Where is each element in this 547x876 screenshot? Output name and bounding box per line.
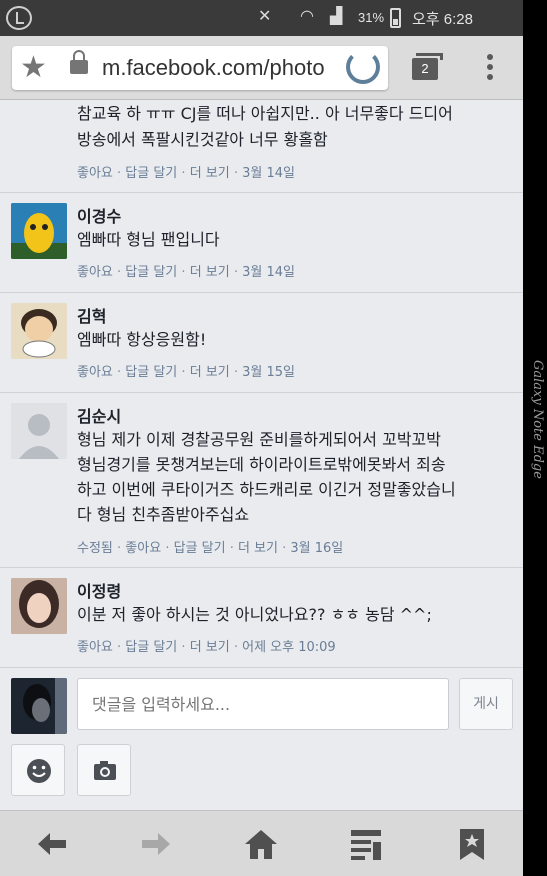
signal-icon: ▟ — [330, 6, 343, 25]
lock-icon — [70, 50, 88, 74]
comment-text-line: 참교육 하 ㅠㅠ CJ를 떠나 아쉽지만.. 아 너무좋다 드디어 — [77, 104, 453, 123]
like-link[interactable]: 좋아요 — [125, 541, 161, 556]
avatar[interactable] — [11, 303, 67, 359]
reply-link[interactable]: 답글 달기 — [125, 166, 177, 181]
battery-icon — [390, 8, 401, 28]
smiley-icon — [27, 759, 51, 783]
back-arrow-icon[interactable] — [34, 827, 70, 861]
more-link[interactable]: 더 보기 — [238, 541, 278, 556]
more-link[interactable]: 더 보기 — [190, 265, 230, 280]
more-link[interactable]: 더 보기 — [190, 640, 230, 655]
comment-text-line: 방송에서 폭팔시킨것같아 너무 황홀함 — [77, 130, 328, 149]
url-text[interactable]: m.facebook.com/photo — [102, 55, 340, 81]
comment-date: 어제 오후 10:09 — [242, 640, 336, 655]
like-link[interactable]: 좋아요 — [77, 166, 113, 181]
update-icon — [6, 6, 32, 30]
browser-toolbar: ★ m.facebook.com/photo 2 — [0, 36, 523, 100]
reply-link[interactable]: 답글 달기 — [125, 265, 177, 280]
commenter-name[interactable]: 이정령 — [77, 578, 121, 602]
comment-item: 김순시 형님 제가 이제 경찰공무원 준비를하게되어서 꼬박꼬박 형님경기를 못… — [0, 393, 523, 568]
comment-text-line: 형님 제가 이제 경찰공무원 준비를하게되어서 꼬박꼬박 — [77, 430, 441, 449]
comment-actions: 수정됨 · 좋아요 · 답글 달기 · 더 보기 · 3월 16일 — [77, 541, 344, 556]
bookmarks-list-icon[interactable] — [348, 827, 384, 861]
like-link[interactable]: 좋아요 — [77, 265, 113, 280]
comment-text-line: 하고 이번에 쿠타이거즈 하드캐리로 이긴거 정말좋았습니 — [77, 480, 456, 499]
reply-link[interactable]: 답글 달기 — [125, 365, 177, 380]
mute-icon: ✕ — [258, 6, 272, 25]
tabs-button[interactable]: 2 — [412, 53, 443, 80]
comment-date: 3월 14일 — [242, 265, 295, 280]
forward-arrow-icon[interactable] — [138, 827, 174, 861]
wifi-icon: ◠ — [300, 6, 314, 25]
battery-percent: 31% — [358, 10, 385, 25]
comment-item: 이경수 엠빠따 형님 팬입니다 좋아요 · 답글 달기 · 더 보기 · 3월 … — [0, 193, 523, 293]
like-link[interactable]: 좋아요 — [77, 640, 113, 655]
commenter-name[interactable]: 김혁 — [77, 303, 106, 327]
device-watermark: Galaxy Note Edge — [530, 360, 545, 479]
comment-composer: 게시 — [0, 668, 523, 810]
clock: 오후 6:28 — [412, 11, 473, 28]
comment-actions: 좋아요 · 답글 달기 · 더 보기 · 3월 14일 — [77, 166, 295, 181]
more-link[interactable]: 더 보기 — [190, 166, 230, 181]
overflow-menu-icon[interactable] — [487, 54, 493, 84]
reply-link[interactable]: 답글 달기 — [174, 541, 226, 556]
comment-actions: 좋아요 · 답글 달기 · 더 보기 · 3월 15일 — [77, 365, 295, 380]
avatar[interactable] — [11, 578, 67, 634]
edited-label[interactable]: 수정됨 — [77, 541, 113, 556]
comment-text-line: 이분 저 좋아 하시는 것 아니었나요?? ㅎㅎ 농담 ^^; — [77, 605, 432, 624]
comment-text-line: 엠빠따 항상응원함! — [77, 330, 207, 349]
avatar[interactable] — [11, 403, 67, 459]
comment-list: 참교육 하 ㅠㅠ CJ를 떠나 아쉽지만.. 아 너무좋다 드디어 방송에서 폭… — [0, 101, 523, 668]
commenter-name[interactable]: 김순시 — [77, 403, 121, 427]
save-page-icon[interactable] — [454, 827, 490, 861]
bookmark-star-icon[interactable]: ★ — [20, 50, 47, 85]
comment-input[interactable] — [77, 678, 449, 730]
reply-link[interactable]: 답글 달기 — [125, 640, 177, 655]
home-icon[interactable] — [243, 827, 279, 861]
my-avatar — [11, 678, 67, 734]
comment-actions: 좋아요 · 답글 달기 · 더 보기 · 어제 오후 10:09 — [77, 640, 336, 655]
emoji-button[interactable] — [11, 744, 65, 796]
comment-item: 김혁 엠빠따 항상응원함! 좋아요 · 답글 달기 · 더 보기 · 3월 15… — [0, 293, 523, 393]
comment-actions: 좋아요 · 답글 달기 · 더 보기 · 3월 14일 — [77, 265, 295, 280]
phone-screen: ✕ ◠ ▟ 31% 오후 6:28 ★ m.facebook.com/photo… — [0, 0, 523, 876]
post-button[interactable]: 게시 — [459, 678, 513, 730]
comment-date: 3월 15일 — [242, 365, 295, 380]
comment-text-line: 다 형님 친추좀받아주십쇼 — [77, 505, 250, 524]
avatar[interactable] — [11, 203, 67, 259]
comment-date: 3월 14일 — [242, 166, 295, 181]
comment-text-line: 형님경기를 못챙겨보는데 하이라이트로밖에못봐서 죄송 — [77, 455, 446, 474]
camera-icon — [94, 761, 116, 780]
browser-bottom-bar — [0, 810, 523, 876]
status-bar: ✕ ◠ ▟ 31% 오후 6:28 — [0, 0, 523, 36]
comment-item: 이정령 이분 저 좋아 하시는 것 아니었나요?? ㅎㅎ 농담 ^^; 좋아요 … — [0, 568, 523, 668]
reload-icon[interactable] — [346, 50, 380, 84]
more-link[interactable]: 더 보기 — [190, 365, 230, 380]
commenter-name[interactable]: 이경수 — [77, 203, 121, 227]
photo-button[interactable] — [77, 744, 131, 796]
comment-date: 3월 16일 — [290, 541, 344, 556]
address-bar[interactable]: ★ m.facebook.com/photo — [12, 46, 388, 90]
comment-item: 참교육 하 ㅠㅠ CJ를 떠나 아쉽지만.. 아 너무좋다 드디어 방송에서 폭… — [0, 101, 523, 193]
comment-text-line: 엠빠따 형님 팬입니다 — [77, 230, 220, 249]
like-link[interactable]: 좋아요 — [77, 365, 113, 380]
